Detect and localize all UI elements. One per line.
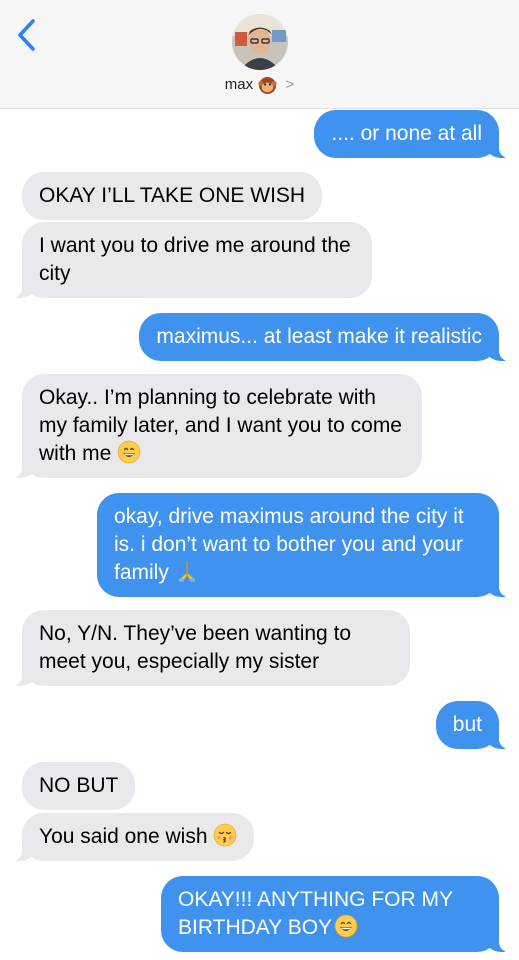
monkey-face-icon — [258, 76, 277, 94]
incoming-message[interactable]: Okay.. I’m planning to celebrate with my… — [12, 374, 422, 478]
outgoing-message[interactable]: maximus... at least make it realistic — [139, 313, 509, 361]
grinning-face-icon — [117, 440, 141, 464]
grinning-face-icon — [334, 914, 358, 938]
outgoing-message[interactable]: .... or none at all — [314, 110, 509, 158]
message-text: You said one wish — [39, 825, 208, 848]
message-text: okay, drive maximus around the city it i… — [114, 505, 464, 584]
incoming-message[interactable]: You said one wish — [11, 813, 255, 861]
outgoing-message[interactable]: but — [435, 701, 510, 749]
message-text: OKAY!!! ANYTHING FOR MY BIRTHDAY BOY — [178, 888, 453, 939]
back-button[interactable] — [14, 16, 44, 54]
incoming-message[interactable]: No, Y/N. They’ve been wanting to meet yo… — [12, 610, 410, 686]
kissing-face-icon — [214, 823, 237, 847]
chevron-left-icon — [18, 19, 35, 51]
outgoing-message[interactable]: OKAY!!! ANYTHING FOR MY BIRTHDAY BOY — [161, 876, 509, 952]
contact-name: max — [224, 76, 254, 94]
avatar[interactable] — [232, 14, 288, 70]
message-text: OKAY I’LL TAKE ONE WISH — [39, 184, 306, 207]
message-text: but — [452, 713, 482, 736]
message-text: Okay.. I’m planning to celebrate with my… — [39, 386, 402, 465]
contact-name-row[interactable]: max > — [0, 74, 519, 96]
message-text: .... or none at all — [331, 122, 482, 145]
message-text: No, Y/N. They’ve been wanting to meet yo… — [39, 622, 352, 673]
conversation-header: max > — [0, 0, 519, 109]
message-text: maximus... at least make it realistic — [156, 325, 482, 348]
outgoing-message[interactable]: okay, drive maximus around the city it i… — [97, 493, 509, 597]
incoming-message[interactable]: NO BUT — [22, 762, 136, 810]
chevron-right-icon: > — [285, 76, 295, 94]
folded-hands-icon — [178, 561, 195, 582]
message-text: I want you to drive me around the city — [39, 234, 351, 285]
message-text: NO BUT — [39, 774, 119, 797]
incoming-message[interactable]: OKAY I’LL TAKE ONE WISH — [22, 172, 323, 220]
incoming-message[interactable]: I want you to drive me around the city — [12, 222, 372, 298]
